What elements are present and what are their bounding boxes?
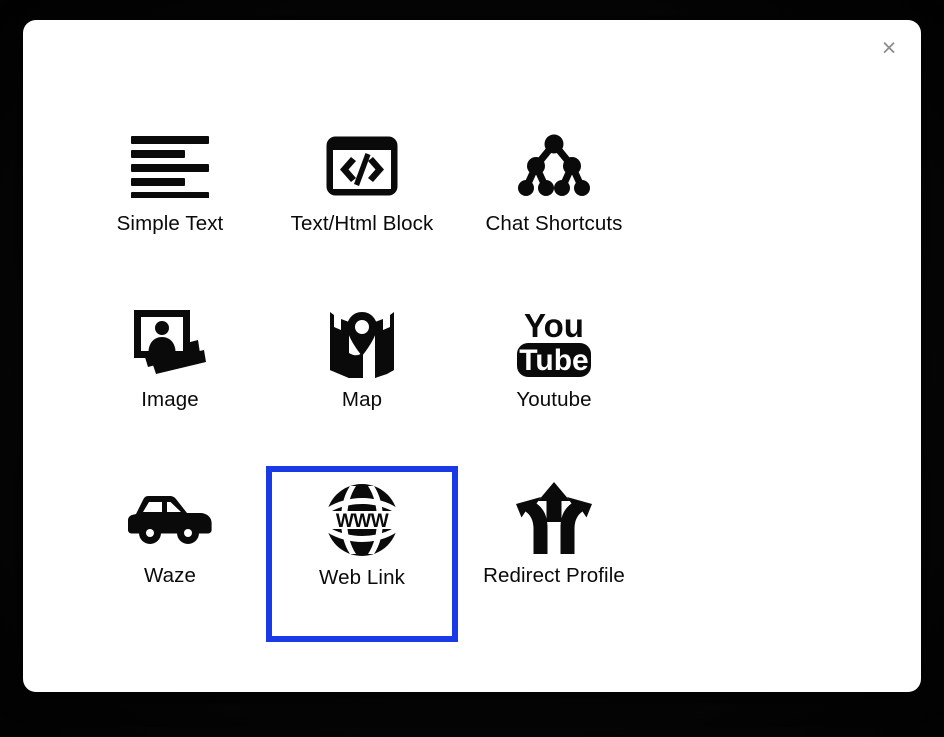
tile-label: Chat Shortcuts xyxy=(485,212,623,235)
code-window-icon xyxy=(325,118,399,214)
folded-map-pin-icon xyxy=(327,294,397,390)
tile-map[interactable]: Map xyxy=(266,290,458,466)
tile-label: Text/Html Block xyxy=(290,212,434,235)
tile-text-html-block[interactable]: Text/Html Block xyxy=(266,114,458,290)
svg-text:Tube: Tube xyxy=(519,344,588,377)
tile-redirect-profile[interactable]: Redirect Profile xyxy=(458,466,650,642)
node-tree-icon xyxy=(518,118,590,214)
tile-image[interactable]: Image xyxy=(74,290,266,466)
tile-chat-shortcuts[interactable]: Chat Shortcuts xyxy=(458,114,650,290)
tile-youtube[interactable]: You Tube Youtube xyxy=(458,290,650,466)
svg-text:WWW: WWW xyxy=(336,511,389,532)
tile-waze[interactable]: Waze xyxy=(74,466,266,642)
close-icon[interactable]: × xyxy=(869,28,909,68)
tile-label: Waze xyxy=(143,564,197,587)
car-icon xyxy=(128,470,212,566)
tile-web-link[interactable]: WWW Web Link xyxy=(266,466,458,642)
tile-label: Youtube xyxy=(516,388,592,411)
youtube-logo-icon: You Tube xyxy=(515,294,593,390)
tile-label: Web Link xyxy=(319,566,405,589)
photo-stack-icon xyxy=(130,294,210,390)
tile-simple-text[interactable]: Simple Text xyxy=(74,114,266,290)
tile-label: Redirect Profile xyxy=(483,564,625,587)
block-type-grid: Simple Text Text/Html Block Chat Shortcu… xyxy=(74,114,654,642)
tile-label: Map xyxy=(341,388,383,411)
www-globe-icon: WWW xyxy=(325,472,399,568)
tile-label: Simple Text xyxy=(116,212,224,235)
text-lines-icon xyxy=(131,118,209,214)
tile-label: Image xyxy=(141,388,199,411)
content-block-picker-dialog: × Simple Text Text/Html Block Chat Short… xyxy=(23,20,921,692)
svg-text:You: You xyxy=(524,307,584,344)
three-way-arrows-icon xyxy=(516,470,592,566)
